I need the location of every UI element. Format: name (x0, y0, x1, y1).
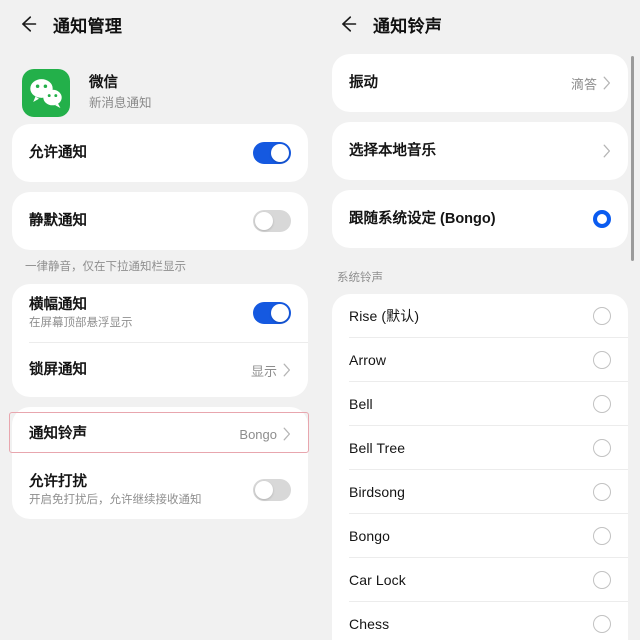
radio-ringtone[interactable] (593, 614, 611, 633)
radio-ringtone[interactable] (593, 438, 611, 457)
dual-panel-screenshot: 通知管理 微信 新消息通知 允许通知 静默通知 一律静音，仅在下拉通知栏显示 横… (0, 0, 640, 640)
radio-follow-system-setting[interactable] (593, 210, 611, 228)
row-choose-local-music[interactable]: 选择本地音乐 (332, 122, 628, 180)
chevron-right-icon (603, 76, 611, 90)
card-banner-and-lockscreen: 横幅通知 在屏幕顶部悬浮显示 锁屏通知 显示 (12, 284, 308, 397)
list-item[interactable]: Chess (332, 602, 628, 640)
back-arrow-icon[interactable] (17, 13, 39, 35)
row-title: 允许通知 (29, 145, 87, 161)
caption-silent-notifications: 一律静音，仅在下拉通知栏显示 (25, 261, 186, 273)
section-title-system-ringtones: 系统铃声 (320, 258, 640, 294)
row-labels: 静默通知 (29, 204, 253, 238)
app-name: 微信 (89, 75, 118, 91)
ringtone-name: Chess (349, 615, 390, 632)
list-item[interactable]: Bell Tree (332, 426, 628, 469)
list-item[interactable]: Rise (默认) (332, 294, 628, 337)
wechat-icon (22, 69, 70, 117)
row-allow-notifications[interactable]: 允许通知 (12, 124, 308, 182)
chevron-right-icon (283, 427, 291, 441)
right-panel-notification-ringtone: 通知铃声 振动 滴答 选择本地音乐 跟随系统设定 (Bongo) 系统铃声 Ri… (320, 0, 640, 640)
ringtone-name: Rise (默认) (349, 307, 420, 324)
ringtone-name: Bell Tree (349, 439, 406, 456)
app-meta: 微信 新消息通知 (89, 74, 152, 112)
row-allow-interrupt[interactable]: 允许打扰 开启免打扰后，允许继续接收通知 (12, 461, 308, 519)
toggle-knob (255, 212, 273, 230)
chevron-right-icon (283, 363, 291, 377)
radio-ringtone[interactable] (593, 350, 611, 369)
left-page-title: 通知管理 (53, 16, 123, 36)
row-labels: 锁屏通知 (29, 353, 251, 387)
radio-ringtone[interactable] (593, 394, 611, 413)
card-ringtone-and-interrupt: 通知铃声 Bongo 允许打扰 开启免打扰后，允许继续接收通知 (12, 407, 308, 519)
row-vibration[interactable]: 振动 滴答 (332, 54, 628, 112)
ringtone-name: Arrow (349, 351, 387, 368)
card-vibration: 振动 滴答 (332, 54, 628, 112)
toggle-knob (271, 144, 289, 162)
app-subtitle: 新消息通知 (89, 96, 152, 110)
row-value: 显示 (250, 363, 277, 379)
row-banner-notifications[interactable]: 横幅通知 在屏幕顶部悬浮显示 (12, 284, 308, 342)
row-lockscreen-notifications[interactable]: 锁屏通知 显示 (12, 343, 308, 397)
left-panel-notification-management: 通知管理 微信 新消息通知 允许通知 静默通知 一律静音，仅在下拉通知栏显示 横… (0, 0, 320, 640)
row-labels: 通知铃声 (29, 417, 239, 451)
row-labels: 选择本地音乐 (349, 134, 603, 168)
row-title: 允许打扰 (29, 473, 87, 490)
row-labels: 允许通知 (29, 136, 253, 170)
row-labels: 振动 (349, 66, 571, 100)
row-labels: 跟随系统设定 (Bongo) (349, 202, 593, 236)
list-item[interactable]: Birdsong (332, 470, 628, 513)
vertical-scrollbar[interactable] (631, 56, 634, 261)
row-value: Bongo (239, 426, 277, 442)
ringtone-name: Birdsong (349, 483, 406, 500)
radio-ringtone[interactable] (593, 306, 611, 325)
toggle-knob (271, 304, 289, 322)
list-item[interactable]: Bongo (332, 514, 628, 557)
row-title: 通知铃声 (29, 426, 87, 442)
row-title: 振动 (349, 75, 378, 91)
card-follow-system: 跟随系统设定 (Bongo) (332, 190, 628, 248)
list-item[interactable]: Car Lock (332, 558, 628, 601)
row-subtitle: 在屏幕顶部悬浮显示 (29, 316, 133, 329)
card-choose-local-music: 选择本地音乐 (332, 122, 628, 180)
app-header-row: 微信 新消息通知 (0, 48, 320, 124)
row-follow-system-setting[interactable]: 跟随系统设定 (Bongo) (332, 190, 628, 248)
card-system-ringtones: Rise (默认) Arrow Bell Bell Tree Birdsong (332, 294, 628, 640)
left-header: 通知管理 (0, 0, 320, 48)
toggle-knob (255, 481, 273, 499)
toggle-allow-notifications[interactable] (253, 142, 291, 164)
toggle-allow-interrupt[interactable] (253, 479, 291, 501)
radio-ringtone[interactable] (593, 570, 611, 589)
row-title: 静默通知 (29, 213, 87, 229)
row-title: 选择本地音乐 (349, 143, 436, 159)
list-item[interactable]: Bell (332, 382, 628, 425)
row-title: 跟随系统设定 (Bongo) (349, 211, 496, 227)
card-silent-notifications: 静默通知 (12, 192, 308, 250)
row-labels: 横幅通知 在屏幕顶部悬浮显示 (29, 288, 253, 339)
card-allow-notifications: 允许通知 (12, 124, 308, 182)
row-title: 锁屏通知 (29, 362, 87, 378)
ringtone-name: Bongo (349, 527, 390, 544)
right-page-title: 通知铃声 (373, 16, 443, 36)
row-subtitle: 开启免打扰后，允许继续接收通知 (29, 493, 202, 506)
chevron-right-icon (603, 144, 611, 158)
row-title: 横幅通知 (29, 296, 87, 313)
right-header: 通知铃声 (320, 0, 640, 48)
back-arrow-icon[interactable] (337, 13, 359, 35)
row-value: 滴答 (570, 76, 597, 92)
row-silent-notifications[interactable]: 静默通知 (12, 192, 308, 250)
radio-ringtone[interactable] (593, 482, 611, 501)
radio-ringtone[interactable] (593, 526, 611, 545)
toggle-silent-notifications[interactable] (253, 210, 291, 232)
row-notification-ringtone[interactable]: 通知铃声 Bongo (12, 407, 308, 461)
ringtone-name: Car Lock (349, 571, 406, 588)
row-labels: 允许打扰 开启免打扰后，允许继续接收通知 (29, 465, 253, 516)
toggle-banner-notifications[interactable] (253, 302, 291, 324)
list-item[interactable]: Arrow (332, 338, 628, 381)
ringtone-name: Bell (349, 395, 373, 412)
